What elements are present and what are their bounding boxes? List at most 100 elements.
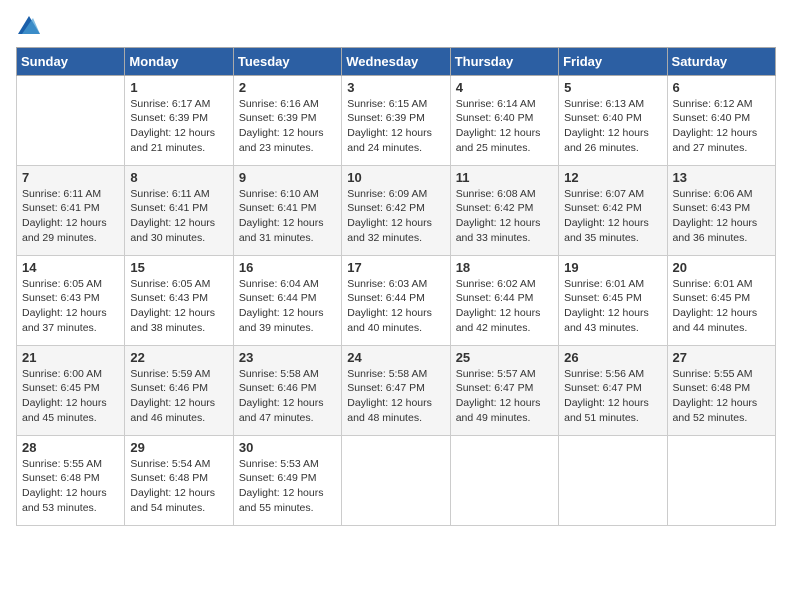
cell-info: Sunrise: 6:11 AM Sunset: 6:41 PM Dayligh…	[22, 187, 119, 246]
header-day-thursday: Thursday	[450, 47, 558, 75]
calendar-cell: 21 Sunrise: 6:00 AM Sunset: 6:45 PM Dayli…	[17, 345, 125, 435]
calendar-cell: 9 Sunrise: 6:10 AM Sunset: 6:41 PM Daylig…	[233, 165, 341, 255]
cell-info: Sunrise: 6:00 AM Sunset: 6:45 PM Dayligh…	[22, 367, 119, 426]
cell-info: Sunrise: 6:17 AM Sunset: 6:39 PM Dayligh…	[130, 97, 227, 156]
header-day-monday: Monday	[125, 47, 233, 75]
cell-info: Sunrise: 6:03 AM Sunset: 6:44 PM Dayligh…	[347, 277, 444, 336]
header	[16, 16, 776, 39]
cell-info: Sunrise: 5:56 AM Sunset: 6:47 PM Dayligh…	[564, 367, 661, 426]
calendar-week-row: 14 Sunrise: 6:05 AM Sunset: 6:43 PM Dayli…	[17, 255, 776, 345]
cell-info: Sunrise: 5:58 AM Sunset: 6:47 PM Dayligh…	[347, 367, 444, 426]
cell-info: Sunrise: 6:14 AM Sunset: 6:40 PM Dayligh…	[456, 97, 553, 156]
calendar-week-row: 7 Sunrise: 6:11 AM Sunset: 6:41 PM Daylig…	[17, 165, 776, 255]
day-number: 18	[456, 260, 553, 275]
cell-info: Sunrise: 5:55 AM Sunset: 6:48 PM Dayligh…	[22, 457, 119, 516]
cell-info: Sunrise: 5:54 AM Sunset: 6:48 PM Dayligh…	[130, 457, 227, 516]
day-number: 10	[347, 170, 444, 185]
header-day-tuesday: Tuesday	[233, 47, 341, 75]
calendar-cell: 8Sunrise: 6:11 AM Sunset: 6:41 PM Daylig…	[125, 165, 233, 255]
calendar-cell: 24 Sunrise: 5:58 AM Sunset: 6:47 PM Dayli…	[342, 345, 450, 435]
calendar-cell: 25 Sunrise: 5:57 AM Sunset: 6:47 PM Dayli…	[450, 345, 558, 435]
cell-info: Sunrise: 6:05 AM Sunset: 6:43 PM Dayligh…	[130, 277, 227, 336]
calendar-cell	[667, 435, 775, 525]
day-number: 7	[22, 170, 119, 185]
calendar-cell: 26Sunrise: 5:56 AM Sunset: 6:47 PM Dayli…	[559, 345, 667, 435]
calendar-cell: 6 Sunrise: 6:12 AM Sunset: 6:40 PM Daylig…	[667, 75, 775, 165]
day-number: 14	[22, 260, 119, 275]
day-number: 29	[130, 440, 227, 455]
cell-info: Sunrise: 6:07 AM Sunset: 6:42 PM Dayligh…	[564, 187, 661, 246]
calendar-cell: 14Sunrise: 6:05 AM Sunset: 6:43 PM Dayli…	[17, 255, 125, 345]
header-day-sunday: Sunday	[17, 47, 125, 75]
calendar-cell	[559, 435, 667, 525]
day-number: 1	[130, 80, 227, 95]
calendar-cell: 27 Sunrise: 5:55 AM Sunset: 6:48 PM Dayli…	[667, 345, 775, 435]
day-number: 27	[673, 350, 770, 365]
logo-icon	[18, 16, 40, 34]
calendar-cell: 20Sunrise: 6:01 AM Sunset: 6:45 PM Dayli…	[667, 255, 775, 345]
day-number: 9	[239, 170, 336, 185]
cell-info: Sunrise: 5:55 AM Sunset: 6:48 PM Dayligh…	[673, 367, 770, 426]
cell-info: Sunrise: 6:01 AM Sunset: 6:45 PM Dayligh…	[673, 277, 770, 336]
cell-info: Sunrise: 5:57 AM Sunset: 6:47 PM Dayligh…	[456, 367, 553, 426]
day-number: 4	[456, 80, 553, 95]
day-number: 24	[347, 350, 444, 365]
day-number: 11	[456, 170, 553, 185]
cell-info: Sunrise: 6:13 AM Sunset: 6:40 PM Dayligh…	[564, 97, 661, 156]
calendar-table: SundayMondayTuesdayWednesdayThursdayFrid…	[16, 47, 776, 526]
day-number: 19	[564, 260, 661, 275]
day-number: 16	[239, 260, 336, 275]
day-number: 6	[673, 80, 770, 95]
calendar-cell: 13Sunrise: 6:06 AM Sunset: 6:43 PM Dayli…	[667, 165, 775, 255]
header-day-friday: Friday	[559, 47, 667, 75]
calendar-cell: 10 Sunrise: 6:09 AM Sunset: 6:42 PM Dayli…	[342, 165, 450, 255]
calendar-cell: 19 Sunrise: 6:01 AM Sunset: 6:45 PM Dayli…	[559, 255, 667, 345]
calendar-cell: 28 Sunrise: 5:55 AM Sunset: 6:48 PM Dayli…	[17, 435, 125, 525]
calendar-cell: 7 Sunrise: 6:11 AM Sunset: 6:41 PM Daylig…	[17, 165, 125, 255]
header-day-wednesday: Wednesday	[342, 47, 450, 75]
calendar-cell: 11 Sunrise: 6:08 AM Sunset: 6:42 PM Dayli…	[450, 165, 558, 255]
cell-info: Sunrise: 6:02 AM Sunset: 6:44 PM Dayligh…	[456, 277, 553, 336]
cell-info: Sunrise: 6:01 AM Sunset: 6:45 PM Dayligh…	[564, 277, 661, 336]
cell-info: Sunrise: 6:06 AM Sunset: 6:43 PM Dayligh…	[673, 187, 770, 246]
calendar-week-row: 21 Sunrise: 6:00 AM Sunset: 6:45 PM Dayli…	[17, 345, 776, 435]
calendar-header-row: SundayMondayTuesdayWednesdayThursdayFrid…	[17, 47, 776, 75]
calendar-cell: 4 Sunrise: 6:14 AM Sunset: 6:40 PM Daylig…	[450, 75, 558, 165]
calendar-cell: 1 Sunrise: 6:17 AM Sunset: 6:39 PM Daylig…	[125, 75, 233, 165]
calendar-cell	[342, 435, 450, 525]
day-number: 12	[564, 170, 661, 185]
calendar-cell: 16 Sunrise: 6:04 AM Sunset: 6:44 PM Dayli…	[233, 255, 341, 345]
day-number: 23	[239, 350, 336, 365]
calendar-cell: 15Sunrise: 6:05 AM Sunset: 6:43 PM Dayli…	[125, 255, 233, 345]
day-number: 8	[130, 170, 227, 185]
calendar-cell	[450, 435, 558, 525]
calendar-cell: 29 Sunrise: 5:54 AM Sunset: 6:48 PM Dayli…	[125, 435, 233, 525]
day-number: 21	[22, 350, 119, 365]
cell-info: Sunrise: 6:15 AM Sunset: 6:39 PM Dayligh…	[347, 97, 444, 156]
day-number: 22	[130, 350, 227, 365]
day-number: 25	[456, 350, 553, 365]
logo	[16, 16, 40, 39]
calendar-cell: 23Sunrise: 5:58 AM Sunset: 6:46 PM Dayli…	[233, 345, 341, 435]
cell-info: Sunrise: 6:10 AM Sunset: 6:41 PM Dayligh…	[239, 187, 336, 246]
cell-info: Sunrise: 6:04 AM Sunset: 6:44 PM Dayligh…	[239, 277, 336, 336]
cell-info: Sunrise: 6:16 AM Sunset: 6:39 PM Dayligh…	[239, 97, 336, 156]
calendar-cell: 18 Sunrise: 6:02 AM Sunset: 6:44 PM Dayli…	[450, 255, 558, 345]
cell-info: Sunrise: 6:09 AM Sunset: 6:42 PM Dayligh…	[347, 187, 444, 246]
calendar-week-row: 1 Sunrise: 6:17 AM Sunset: 6:39 PM Daylig…	[17, 75, 776, 165]
day-number: 28	[22, 440, 119, 455]
calendar-cell	[17, 75, 125, 165]
calendar-cell: 5 Sunrise: 6:13 AM Sunset: 6:40 PM Daylig…	[559, 75, 667, 165]
day-number: 3	[347, 80, 444, 95]
cell-info: Sunrise: 5:59 AM Sunset: 6:46 PM Dayligh…	[130, 367, 227, 426]
header-day-saturday: Saturday	[667, 47, 775, 75]
day-number: 2	[239, 80, 336, 95]
calendar-cell: 22 Sunrise: 5:59 AM Sunset: 6:46 PM Dayli…	[125, 345, 233, 435]
calendar-cell: 2 Sunrise: 6:16 AM Sunset: 6:39 PM Daylig…	[233, 75, 341, 165]
cell-info: Sunrise: 6:12 AM Sunset: 6:40 PM Dayligh…	[673, 97, 770, 156]
calendar-week-row: 28 Sunrise: 5:55 AM Sunset: 6:48 PM Dayli…	[17, 435, 776, 525]
calendar-cell: 12 Sunrise: 6:07 AM Sunset: 6:42 PM Dayli…	[559, 165, 667, 255]
day-number: 5	[564, 80, 661, 95]
cell-info: Sunrise: 6:08 AM Sunset: 6:42 PM Dayligh…	[456, 187, 553, 246]
calendar-cell: 30Sunrise: 5:53 AM Sunset: 6:49 PM Dayli…	[233, 435, 341, 525]
